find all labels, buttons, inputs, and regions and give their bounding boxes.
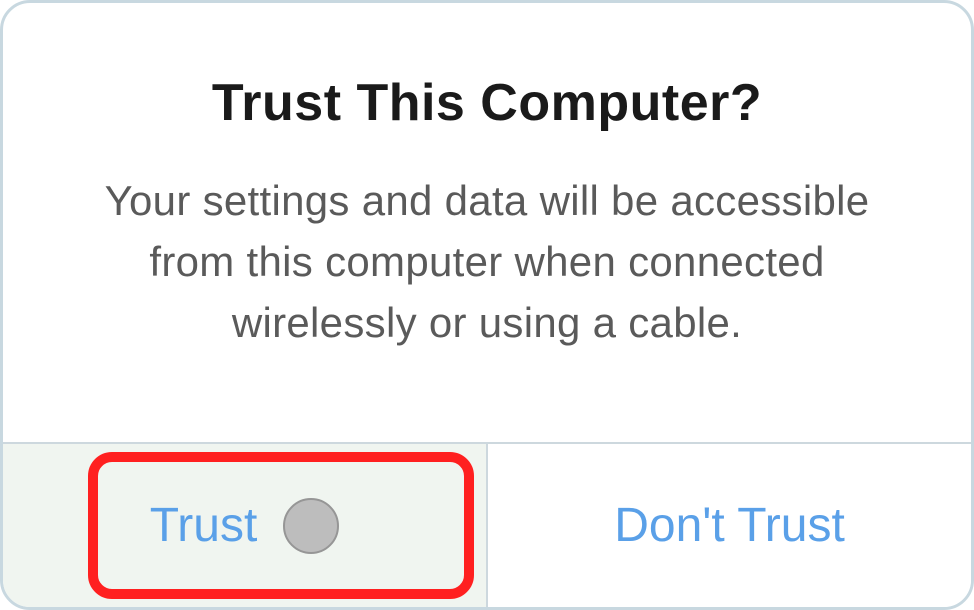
trust-dialog: Trust This Computer? Your settings and d… xyxy=(0,0,974,610)
trust-button[interactable]: Trust xyxy=(3,444,488,607)
dialog-content: Trust This Computer? Your settings and d… xyxy=(3,3,971,442)
dont-trust-button[interactable]: Don't Trust xyxy=(488,444,971,607)
dont-trust-button-label: Don't Trust xyxy=(614,498,845,553)
dialog-message: Your settings and data will be accessibl… xyxy=(63,171,911,354)
trust-button-inner: Trust xyxy=(150,498,340,554)
trust-button-label: Trust xyxy=(150,498,258,553)
dialog-title: Trust This Computer? xyxy=(212,73,762,133)
cursor-indicator-icon xyxy=(283,498,339,554)
dialog-button-row: Trust Don't Trust xyxy=(3,442,971,607)
